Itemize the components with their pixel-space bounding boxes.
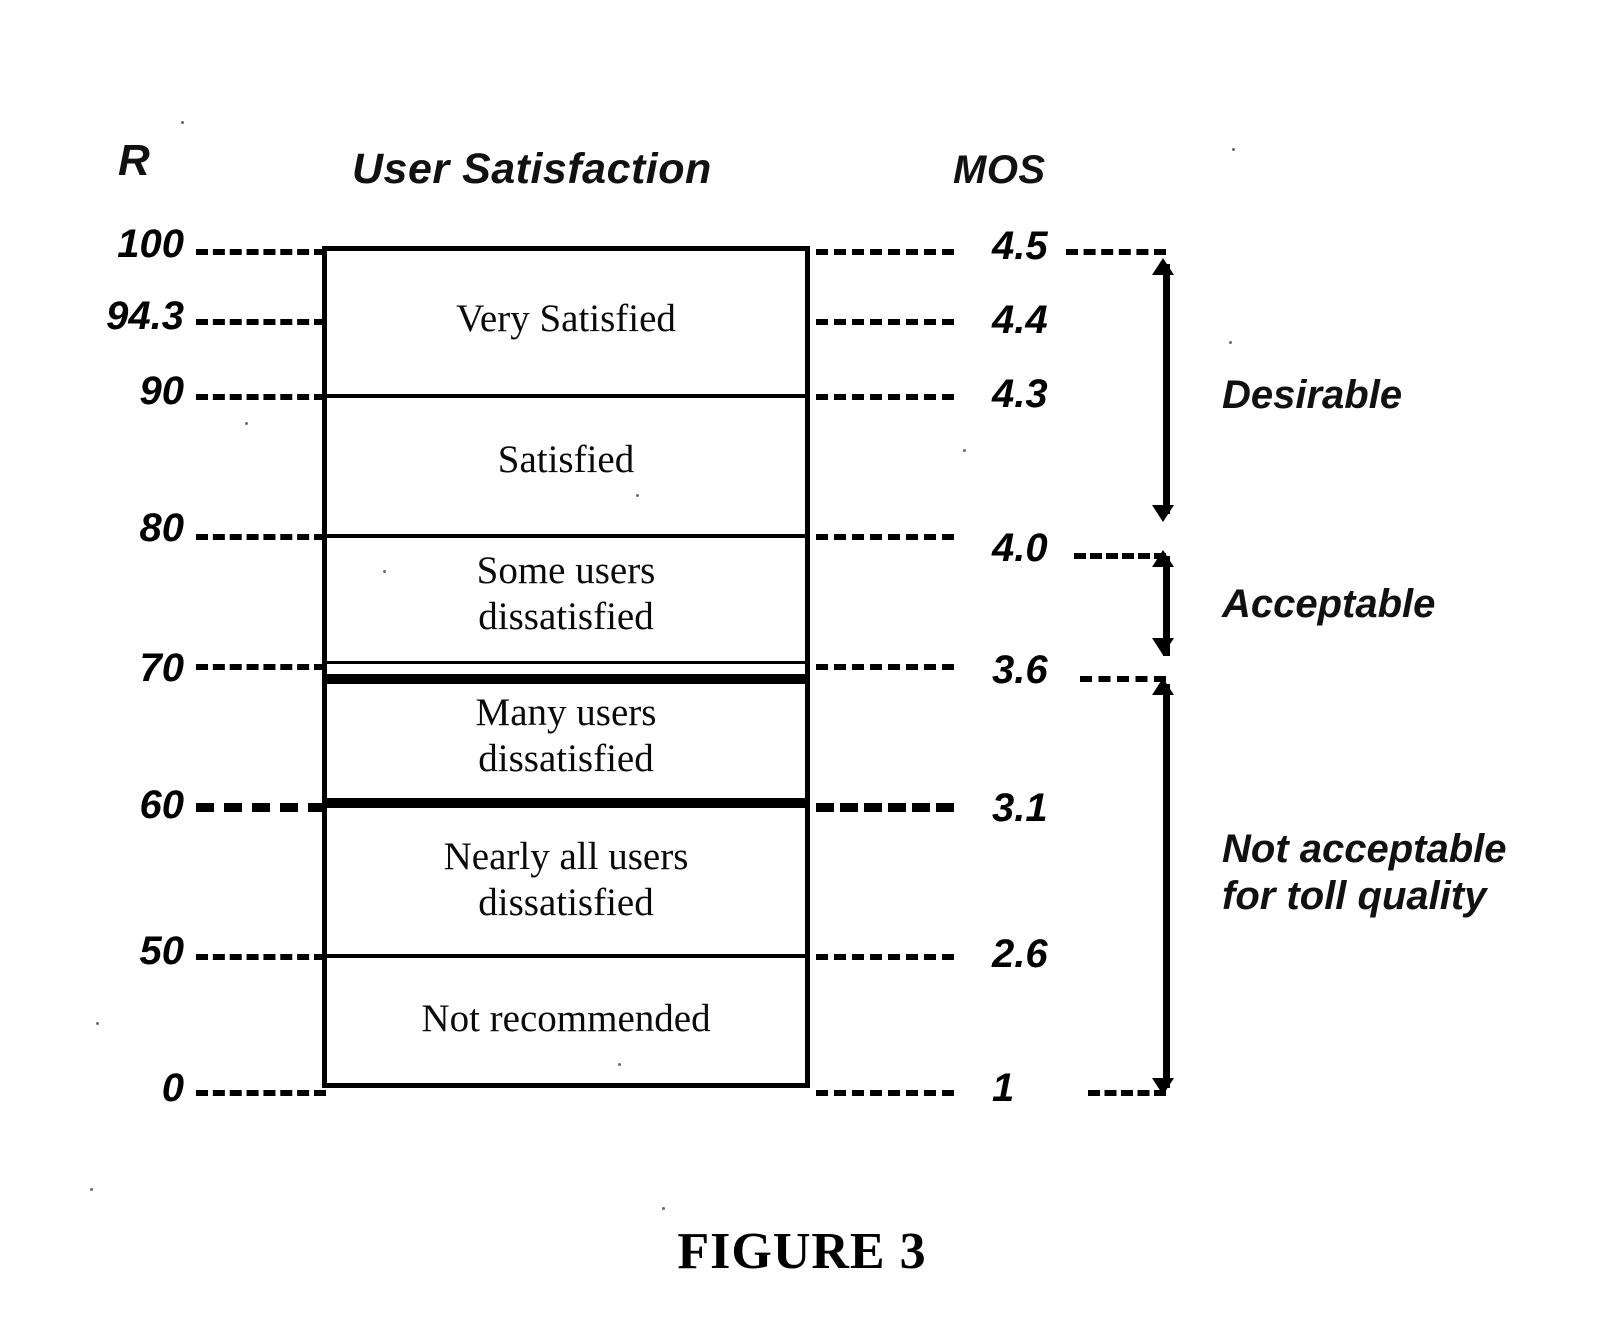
figure-page: R User Satisfaction MOS 100 94.3 90 80 7… <box>0 0 1604 1332</box>
bracket-desirable-arrow-bottom <box>1152 505 1174 522</box>
bracket-leader-4-5 <box>1066 249 1166 255</box>
band-label-many-users: Many users dissatisfied <box>475 691 657 781</box>
band-label-very-satisfied: Very Satisfied <box>456 297 676 340</box>
r-tick-80: 80 <box>139 506 185 550</box>
band-divider-r-70-thick <box>322 674 810 684</box>
mos-tick-4-0: 4.0 <box>992 526 1048 570</box>
band-label-some-users: Some users dissatisfied <box>476 549 656 639</box>
scan-speck <box>618 1063 621 1066</box>
leader-line-mos-4-3 <box>816 394 954 400</box>
leader-line-r-90 <box>196 394 326 400</box>
scan-speck <box>662 1207 665 1210</box>
r-tick-90: 90 <box>139 369 185 413</box>
mos-tick-3-6: 3.6 <box>992 648 1048 692</box>
scan-speck <box>181 121 184 124</box>
leader-line-mos-4-5 <box>816 249 954 255</box>
scan-speck <box>245 422 248 425</box>
r-tick-0: 0 <box>161 1066 184 1110</box>
leader-line-mos-2-6 <box>816 954 954 960</box>
r-tick-50: 50 <box>139 929 185 973</box>
quality-label-not-acceptable: Not acceptable for toll quality <box>1222 827 1507 919</box>
scan-speck <box>636 494 639 497</box>
bracket-not-acceptable-arrow-top <box>1152 678 1174 695</box>
mos-tick-4-5: 4.5 <box>992 224 1048 268</box>
scan-speck <box>383 570 386 573</box>
scan-speck <box>90 1188 93 1191</box>
r-tick-94-3: 94.3 <box>106 294 184 338</box>
leader-line-r-50 <box>196 954 326 960</box>
bracket-desirable-arrow-top <box>1152 258 1174 275</box>
mos-tick-3-1: 3.1 <box>992 786 1048 830</box>
bracket-not-acceptable-arrow-bottom <box>1152 1078 1174 1095</box>
bracket-not-acceptable <box>1163 684 1170 1088</box>
mos-tick-4-4: 4.4 <box>992 298 1048 342</box>
band-divider-r-90 <box>322 394 810 398</box>
scan-speck <box>1229 341 1232 344</box>
quality-label-desirable: Desirable <box>1222 373 1403 417</box>
leader-line-r-60 <box>196 803 326 812</box>
leader-line-mos-3-6 <box>816 664 954 670</box>
band-label-not-recommended: Not recommended <box>421 997 711 1040</box>
band-divider-r-70-thin <box>322 661 810 664</box>
band-divider-r-80 <box>322 534 810 538</box>
leader-line-r-70 <box>196 664 326 670</box>
bracket-acceptable-arrow-bottom <box>1152 638 1174 655</box>
leader-line-mos-4-0 <box>816 534 954 540</box>
figure-caption: FIGURE 3 <box>677 1223 927 1280</box>
mos-tick-2-6: 2.6 <box>992 932 1048 976</box>
scan-speck <box>1232 148 1235 151</box>
mos-tick-4-3: 4.3 <box>992 372 1048 416</box>
scan-speck <box>96 1022 99 1025</box>
r-tick-70: 70 <box>139 646 185 690</box>
axis-title-mos: MOS <box>953 148 1046 192</box>
band-divider-r-60 <box>322 798 810 808</box>
quality-label-acceptable: Acceptable <box>1222 582 1436 626</box>
leader-line-r-94-3 <box>196 319 326 325</box>
r-tick-100: 100 <box>117 222 184 266</box>
leader-line-r-100 <box>196 249 326 255</box>
mos-tick-1: 1 <box>992 1066 1015 1110</box>
bracket-acceptable-arrow-top <box>1152 550 1174 567</box>
leader-line-mos-4-4 <box>816 319 954 325</box>
leader-line-mos-3-1 <box>816 803 954 812</box>
band-label-nearly-all-users: Nearly all users dissatisfied <box>443 835 689 925</box>
r-tick-60: 60 <box>139 783 185 827</box>
scan-speck <box>963 449 966 452</box>
band-label-satisfied: Satisfied <box>497 438 635 481</box>
axis-title-r: R <box>118 136 151 185</box>
band-divider-r-50 <box>322 954 810 958</box>
leader-line-r-80 <box>196 534 326 540</box>
chart-title-user-satisfaction: User Satisfaction <box>352 145 712 193</box>
leader-line-mos-1 <box>816 1090 954 1096</box>
bracket-desirable <box>1163 264 1170 514</box>
user-satisfaction-box <box>322 246 810 1088</box>
leader-line-r-0 <box>196 1090 326 1096</box>
